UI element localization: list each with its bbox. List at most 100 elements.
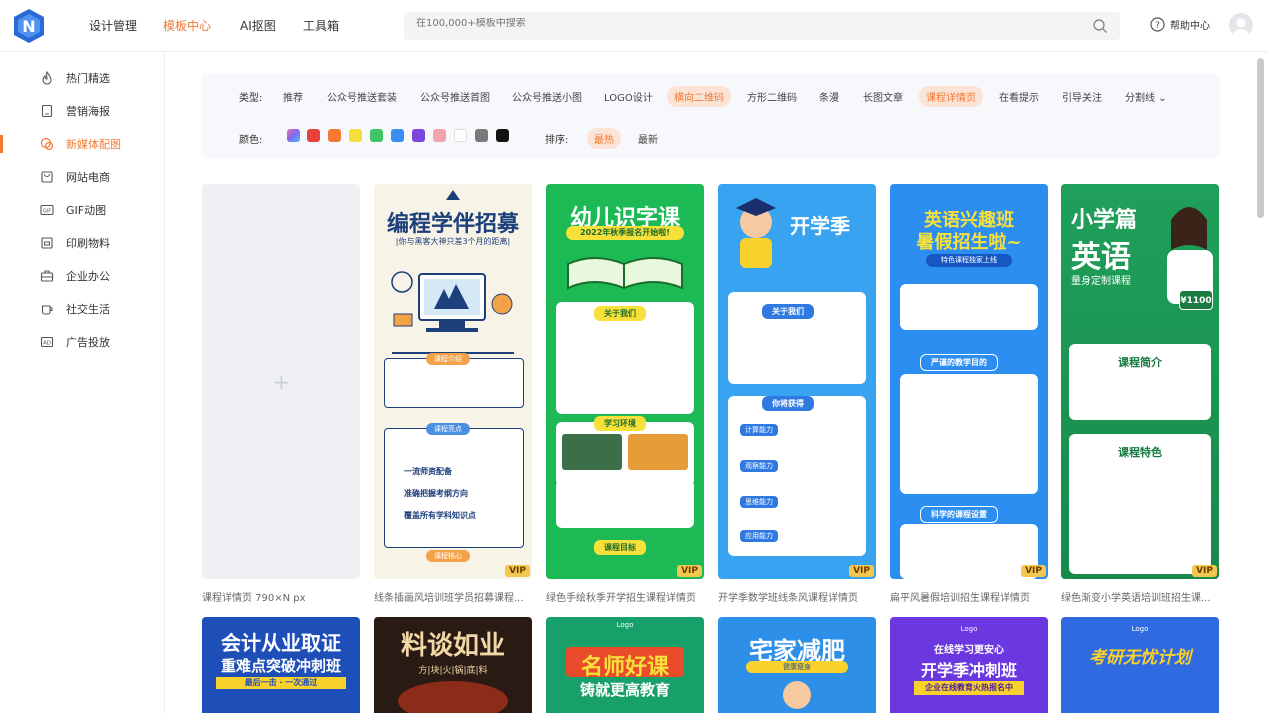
nav-template-center[interactable]: 模板中心 (163, 17, 211, 34)
color-swatch-pink[interactable] (433, 129, 446, 142)
section-title: 课程亮点 (426, 423, 470, 435)
sidebar-item-ecommerce[interactable]: 网站电商 (0, 163, 165, 191)
card-subheading: 2022年秋季报名开始啦! (566, 226, 684, 240)
user-avatar[interactable] (1229, 13, 1253, 37)
sidebar: 热门精选 营销海报 新媒体配图 网站电商 GIF GIF动图 印刷物料 企业办公… (0, 52, 165, 713)
sidebar-item-office[interactable]: 企业办公 (0, 262, 165, 290)
template-card-title[interactable]: 扁平风暑假培训招生课程详情页 (890, 589, 1048, 604)
type-option[interactable]: 公众号推送小图 (505, 86, 589, 107)
card-subheading: 重难点突破冲刺班 (220, 657, 341, 675)
card-heading: 编程学伴招募 (386, 212, 519, 237)
type-option[interactable]: 在看提示 (992, 86, 1046, 107)
sidebar-item-gif[interactable]: GIF GIF动图 (0, 196, 165, 224)
search-input[interactable] (416, 18, 1056, 29)
type-option[interactable]: 横向二维码 (667, 86, 731, 107)
cup-icon (40, 302, 54, 316)
type-option[interactable]: 公众号推送套装 (320, 86, 404, 107)
type-option-selected[interactable]: 课程详情页 (919, 86, 983, 107)
section-title: 课程简介 (1118, 356, 1162, 369)
sidebar-item-poster[interactable]: 营销海报 (0, 97, 165, 125)
card-subheading: 方|块|火|锅|底|料 (418, 666, 488, 676)
sort-hot[interactable]: 最热 (587, 128, 621, 149)
template-card-title[interactable]: 课程详情页 790×N px (202, 589, 360, 604)
top-header: N 设计管理 模板中心 AI抠图 工具箱 ? 帮助中心 (0, 0, 1268, 52)
card-subheading: 企业在线教育火热报名中 (914, 681, 1024, 695)
color-swatch-purple[interactable] (412, 129, 425, 142)
card-quote: 在线学习更安心 (934, 645, 1004, 656)
sidebar-item-hot[interactable]: 热门精选 (0, 64, 165, 92)
template-card[interactable]: 小学篇 英语 量身定制课程 ¥1100 课程简介 课程特色 VIP (1061, 184, 1219, 579)
nav-toolbox[interactable]: 工具箱 (303, 17, 339, 34)
student-illustration-icon (736, 198, 776, 268)
color-swatch-yellow[interactable] (349, 129, 362, 142)
type-option-label: 分割线 (1125, 93, 1155, 104)
brand-mark-icon (446, 190, 460, 200)
type-option[interactable]: 推荐 (276, 86, 310, 107)
type-filter-label: 类型: (239, 93, 263, 104)
card-bullet: 计算能力 (740, 424, 778, 436)
color-swatch-orange[interactable] (328, 129, 341, 142)
template-card[interactable]: Logo 名师好课 铸就更高教育 (546, 617, 704, 713)
sidebar-item-label: GIF动图 (66, 204, 107, 217)
sort-new[interactable]: 最新 (631, 128, 665, 149)
color-swatch-all[interactable] (287, 129, 300, 142)
brand-logo-icon[interactable]: N (12, 8, 46, 44)
sidebar-item-label: 印刷物料 (66, 237, 110, 250)
sort-label: 排序: (545, 135, 569, 146)
sidebar-item-new-media[interactable]: 新媒体配图 (0, 130, 165, 158)
sidebar-item-print[interactable]: 印刷物料 (0, 229, 165, 257)
type-option[interactable]: 长图文章 (856, 86, 910, 107)
search-icon[interactable] (1092, 18, 1108, 34)
color-swatch-green[interactable] (370, 129, 383, 142)
template-card[interactable]: 会计从业取证 重难点突破冲刺班 最后一击 · 一次通过 (202, 617, 360, 713)
sidebar-item-ads[interactable]: AD 广告投放 (0, 328, 165, 356)
section-title: 课程核心 (426, 550, 470, 562)
scrollbar[interactable] (1257, 58, 1264, 218)
help-center-link[interactable]: ? 帮助中心 (1150, 17, 1210, 32)
computer-illustration-icon (391, 271, 513, 332)
gif-icon: GIF (40, 203, 54, 217)
color-swatch-black[interactable] (496, 129, 509, 142)
color-swatch-gray[interactable] (475, 129, 488, 142)
sidebar-item-label: 网站电商 (66, 171, 110, 184)
nav-design-manage[interactable]: 设计管理 (89, 17, 137, 34)
color-swatch-red[interactable] (307, 129, 320, 142)
type-option[interactable]: LOGO设计 (597, 86, 660, 107)
template-card[interactable]: 宅家减肥 健康瘦身 (718, 617, 876, 713)
color-swatch-white[interactable] (454, 129, 467, 142)
chat-icon (40, 137, 54, 151)
card-bullet: 观察能力 (740, 460, 778, 472)
nav-ai-cutout[interactable]: AI抠图 (240, 17, 276, 34)
card-heading: 开学季冲刺班 (920, 661, 1017, 680)
type-option[interactable]: 引导关注 (1055, 86, 1109, 107)
type-option-more[interactable]: 分割线 ⌄ (1118, 86, 1174, 107)
help-center-label: 帮助中心 (1170, 21, 1210, 32)
template-card-blank[interactable]: + (202, 184, 360, 579)
template-card[interactable]: 料谈如业 方|块|火|锅|底|料 (374, 617, 532, 713)
help-icon: ? (1150, 17, 1165, 32)
card-subheading: 健康瘦身 (746, 661, 848, 673)
card-subheading: |你与黑客大神只差3个月的距离| (395, 237, 511, 246)
template-card-title[interactable]: 绿色手绘秋季开学招生课程详情页 (546, 589, 704, 604)
type-option[interactable]: 公众号推送首图 (413, 86, 497, 107)
template-card[interactable]: 编程学伴招募 |你与黑客大神只差3个月的距离| 课程介绍 课程亮点 一流师资配备… (374, 184, 532, 579)
price-tag: ¥1100 (1179, 290, 1213, 310)
vip-badge: VIP (677, 565, 702, 577)
card-heading: 会计从业取证 (221, 631, 341, 655)
search-bar[interactable] (404, 12, 1120, 40)
sidebar-item-label: 热门精选 (66, 72, 110, 85)
template-card[interactable]: Logo 在线学习更安心 开学季冲刺班 企业在线教育火热报名中 (890, 617, 1048, 713)
template-card[interactable]: Logo 考研无忧计划 (1061, 617, 1219, 713)
template-card[interactable]: 幼儿识字课 2022年秋季报名开始啦! 关于我们 学习环境 课程目标 VIP (546, 184, 704, 579)
template-card-title[interactable]: 开学季数学班线条风课程详情页 (718, 589, 876, 604)
sidebar-item-social[interactable]: 社交生活 (0, 295, 165, 323)
template-card-title[interactable]: 绿色渐变小学英语培训班招生课... (1061, 589, 1219, 604)
color-swatch-blue[interactable] (391, 129, 404, 142)
card-heading: 考研无忧计划 (1089, 648, 1191, 668)
section-title: 课程特色 (1118, 446, 1162, 459)
template-card-title[interactable]: 线条插画风培训班学员招募课程... (374, 589, 532, 604)
type-option[interactable]: 条漫 (812, 86, 846, 107)
template-card[interactable]: 开学季 关于我们 你将获得 计算能力 观察能力 思维能力 应用能力 VIP (718, 184, 876, 579)
template-card[interactable]: 英语兴趣班 暑假招生啦~ 特色课程独家上线 严谨的教学目的 科学的课程设置 VI… (890, 184, 1048, 579)
type-option[interactable]: 方形二维码 (740, 86, 804, 107)
